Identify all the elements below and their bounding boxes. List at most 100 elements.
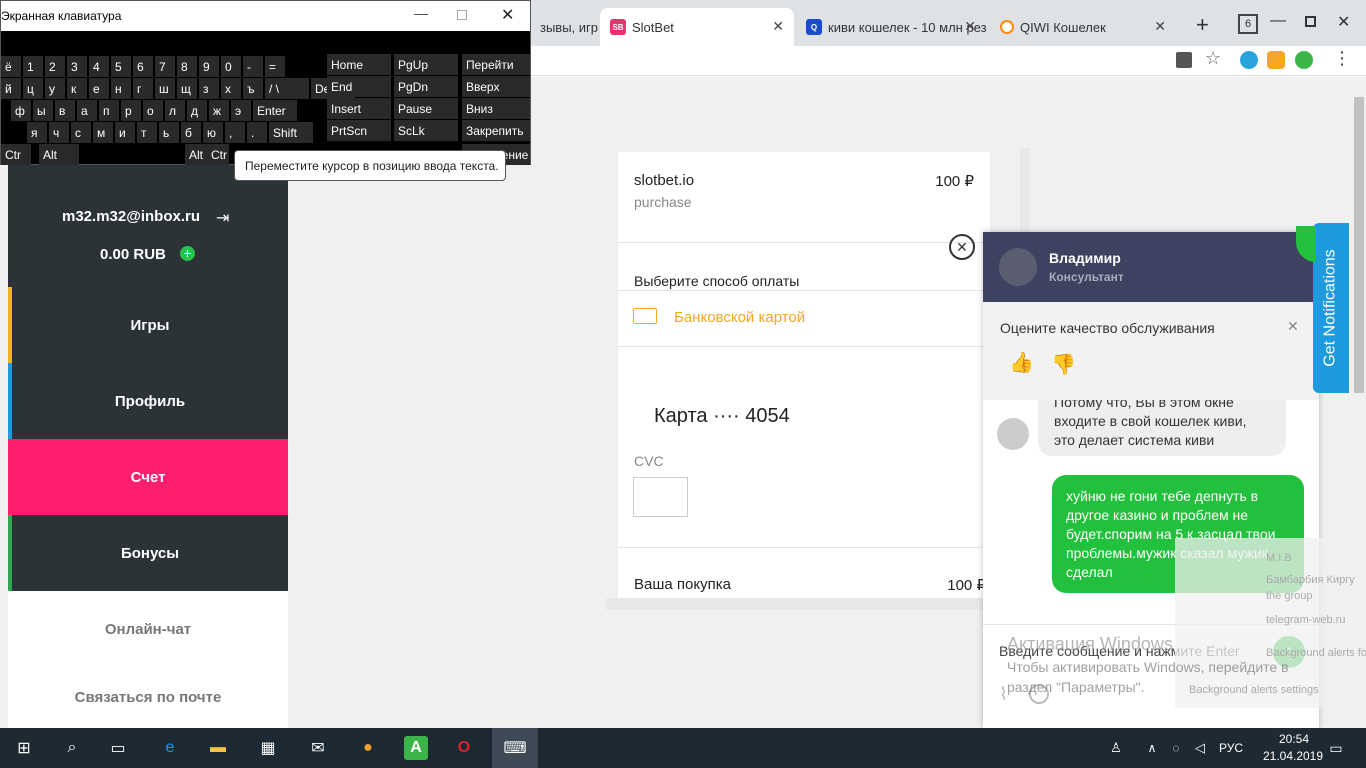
logout-icon[interactable]: ⇥ — [216, 208, 229, 228]
keyboard-key[interactable]: о — [143, 100, 163, 121]
keyboard-key[interactable]: й — [1, 78, 21, 99]
close-icon[interactable]: ✕ — [501, 5, 514, 25]
thumbs-up-icon[interactable]: 👍 — [1009, 350, 1034, 375]
minimize-icon[interactable]: — — [414, 5, 428, 21]
mail-icon[interactable]: ✉ — [306, 736, 330, 760]
opera-icon[interactable]: O — [452, 736, 476, 760]
keyboard-key[interactable]: в — [55, 100, 75, 121]
keyboard-key[interactable]: 3 — [67, 56, 87, 77]
keyboard-key[interactable]: р — [121, 100, 141, 121]
keyboard-key[interactable]: Enter — [253, 100, 297, 121]
keyboard-key[interactable]: ь — [159, 122, 179, 143]
maximize-icon[interactable] — [457, 10, 467, 20]
keyboard-key[interactable]: м — [93, 122, 113, 143]
keyboard-key[interactable]: ю — [203, 122, 223, 143]
keyboard-key[interactable]: п — [99, 100, 119, 121]
close-tab-icon[interactable]: ✕ — [964, 18, 976, 35]
close-rating-icon[interactable]: ✕ — [1287, 318, 1299, 335]
keyboard-key[interactable]: е — [89, 78, 109, 99]
minimize-icon[interactable]: — — [1270, 12, 1286, 30]
keyboard-key[interactable]: 7 — [155, 56, 175, 77]
keyboard-key[interactable]: Shift — [269, 122, 313, 143]
bank-card-option[interactable]: Банковской картой — [674, 309, 805, 326]
keyboard-key[interactable]: с — [71, 122, 91, 143]
keyboard-key[interactable]: ш — [155, 78, 175, 99]
task-view-icon[interactable]: ▭ — [106, 736, 130, 760]
saved-card[interactable]: Карта ···· 4054 — [654, 405, 790, 428]
extension-green-icon[interactable] — [1295, 51, 1313, 69]
keyboard-key[interactable]: PgDn — [394, 76, 458, 97]
nav-email-contact[interactable]: Связаться по почте — [8, 667, 288, 728]
keyboard-key[interactable]: 1 — [23, 56, 43, 77]
keyboard-key[interactable]: 4 — [89, 56, 109, 77]
keyboard-key[interactable]: ы — [33, 100, 53, 121]
keyboard-key[interactable]: Вниз — [462, 98, 530, 119]
page-scrollbar[interactable] — [1354, 97, 1364, 393]
language-indicator[interactable]: РУС — [1219, 741, 1243, 755]
keyboard-key[interactable]: з — [199, 78, 219, 99]
tab-kiwi-search[interactable]: Q киви кошелек - 10 млн резу ✕ — [796, 8, 986, 46]
chevron-up-icon[interactable]: ∧ — [1140, 736, 1164, 760]
keyboard-key[interactable]: л — [165, 100, 185, 121]
close-tab-icon[interactable]: ✕ — [772, 18, 784, 35]
menu-icon[interactable]: ⋮ — [1333, 48, 1351, 69]
network-icon[interactable]: ◌ — [1164, 736, 1188, 760]
extension-icon[interactable] — [1240, 51, 1258, 69]
keyboard-key[interactable]: а — [77, 100, 97, 121]
keyboard-key[interactable]: ц — [23, 78, 43, 99]
nav-profile[interactable]: Профиль — [8, 363, 288, 439]
keyboard-key[interactable]: э — [231, 100, 251, 121]
close-payment-icon[interactable]: ✕ — [949, 234, 975, 260]
keyboard-key[interactable]: б — [181, 122, 201, 143]
keyboard-key[interactable]: х — [221, 78, 241, 99]
keyboard-key[interactable]: г — [133, 78, 153, 99]
keyboard-key[interactable]: Alt — [39, 144, 79, 165]
search-icon[interactable]: ⌕ — [60, 736, 84, 760]
close-window-icon[interactable]: ✕ — [1337, 12, 1350, 32]
nav-account[interactable]: Счет — [8, 439, 288, 515]
keyboard-key[interactable]: 2 — [45, 56, 65, 77]
clock-time[interactable]: 20:54 — [1264, 732, 1324, 746]
keyboard-key[interactable]: к — [67, 78, 87, 99]
keyboard-key[interactable]: Ctr — [207, 144, 229, 165]
keyboard-key[interactable]: 5 — [111, 56, 131, 77]
keyboard-key[interactable]: . — [247, 122, 267, 143]
nav-online-chat[interactable]: Онлайн-чат — [8, 591, 288, 667]
keyboard-key[interactable]: PrtScn — [327, 120, 391, 141]
keyboard-key[interactable]: Insert — [327, 98, 391, 119]
notifications-icon[interactable]: ▭ — [1324, 736, 1348, 760]
keyboard-key[interactable]: 8 — [177, 56, 197, 77]
keyboard-key[interactable]: Pause — [394, 98, 458, 119]
tab-qiwi[interactable]: QIWI Кошелек ✕ — [990, 8, 1176, 46]
app-green-icon[interactable]: A — [404, 736, 428, 760]
keyboard-key[interactable]: Вверх — [462, 76, 530, 97]
file-explorer-icon[interactable]: ▬ — [206, 736, 230, 760]
keyboard-key[interactable]: , — [225, 122, 245, 143]
horizontal-scrollbar[interactable] — [606, 598, 1026, 610]
star-icon[interactable]: ☆ — [1205, 48, 1221, 69]
keyboard-key[interactable]: 9 — [199, 56, 219, 77]
app-icon[interactable]: ● — [356, 736, 380, 760]
edge-icon[interactable]: e — [158, 736, 182, 760]
tab-count-button[interactable]: 6 — [1238, 14, 1258, 34]
windows-start-icon[interactable]: ⊞ — [12, 736, 36, 760]
people-icon[interactable]: ♙ — [1104, 736, 1128, 760]
nav-games[interactable]: Игры — [8, 287, 288, 363]
new-tab-button[interactable]: + — [1196, 12, 1209, 38]
add-funds-icon[interactable]: + — [180, 246, 195, 261]
keyboard-app-icon[interactable]: ⌨ — [492, 728, 538, 768]
keyboard-key[interactable]: - — [243, 56, 263, 77]
maximize-icon[interactable] — [1305, 16, 1316, 27]
keyboard-key[interactable]: / \ — [265, 78, 309, 99]
keyboard-key[interactable]: ч — [49, 122, 69, 143]
keyboard-key[interactable]: т — [137, 122, 157, 143]
keyboard-key[interactable]: д — [187, 100, 207, 121]
keyboard-key[interactable]: End — [327, 76, 391, 97]
extension-chat-icon[interactable] — [1267, 51, 1285, 69]
volume-icon[interactable]: ◁ — [1188, 736, 1212, 760]
keyboard-key[interactable]: Alt — [185, 144, 207, 165]
tab-slotbet[interactable]: SB SlotBet ✕ — [600, 8, 794, 46]
store-icon[interactable]: ▦ — [256, 736, 280, 760]
keyboard-key[interactable]: я — [27, 122, 47, 143]
keyboard-key[interactable]: н — [111, 78, 131, 99]
